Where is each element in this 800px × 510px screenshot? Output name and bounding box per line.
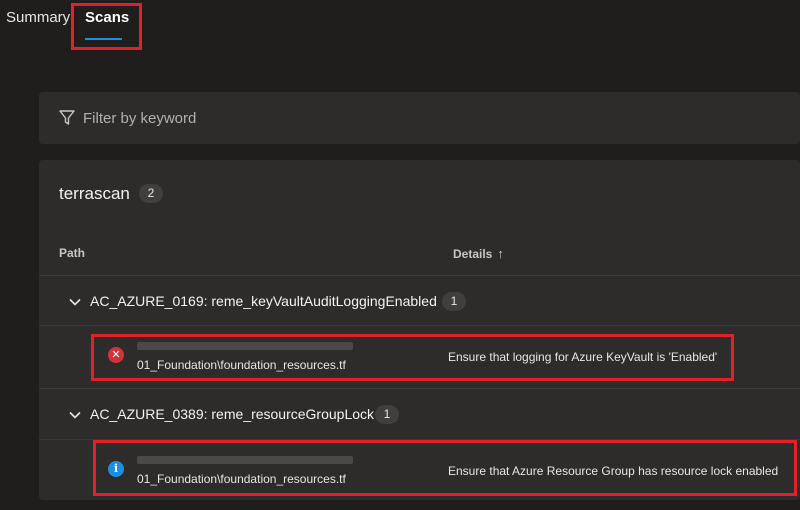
tab-summary[interactable]: Summary xyxy=(6,9,70,26)
column-header-details-label: Details xyxy=(453,247,493,261)
column-header-details[interactable]: Details ↑ xyxy=(453,246,504,261)
finding-row[interactable]: ✕ 01_Foundation\foundation_resources.tf … xyxy=(39,330,800,382)
redacted-text xyxy=(137,456,353,464)
scan-results-panel: terrascan 2 Path Details ↑ AC_AZURE_0169:… xyxy=(39,160,800,500)
info-icon: i xyxy=(108,461,124,477)
finding-row[interactable]: i 01_Foundation\foundation_resources.tf … xyxy=(39,444,800,496)
group-row[interactable]: AC_AZURE_0169: reme_keyVaultAuditLogging… xyxy=(39,279,800,325)
filter-bar[interactable] xyxy=(39,92,800,144)
sort-ascending-icon[interactable]: ↑ xyxy=(497,246,504,261)
count-badge: 2 xyxy=(139,184,163,203)
row-divider xyxy=(39,439,800,440)
row-divider xyxy=(39,388,800,389)
tab-scans[interactable]: Scans xyxy=(85,9,129,26)
chevron-down-icon[interactable] xyxy=(69,409,81,421)
group-count-badge: 1 xyxy=(442,292,466,311)
file-path: 01_Foundation\foundation_resources.tf xyxy=(137,472,346,486)
group-row[interactable]: AC_AZURE_0389: reme_resourceGroupLock 1 xyxy=(39,392,800,438)
finding-details: Ensure that logging for Azure KeyVault i… xyxy=(448,350,718,364)
active-tab-indicator xyxy=(85,38,122,40)
group-label: AC_AZURE_0169: reme_keyVaultAuditLogging… xyxy=(90,293,437,309)
header-divider xyxy=(39,275,800,276)
tab-bar: Summary Scans xyxy=(0,0,800,48)
filter-icon[interactable] xyxy=(58,109,76,127)
error-icon: ✕ xyxy=(108,347,124,363)
redacted-text xyxy=(137,342,353,350)
filter-input[interactable] xyxy=(83,106,483,130)
row-divider xyxy=(39,325,800,326)
file-path: 01_Foundation\foundation_resources.tf xyxy=(137,358,346,372)
group-label: AC_AZURE_0389: reme_resourceGroupLock xyxy=(90,406,375,422)
group-count-badge: 1 xyxy=(375,405,399,424)
chevron-down-icon[interactable] xyxy=(69,296,81,308)
panel-title: terrascan xyxy=(59,184,130,203)
finding-details: Ensure that Azure Resource Group has res… xyxy=(448,464,779,478)
column-header-path[interactable]: Path xyxy=(59,246,85,260)
